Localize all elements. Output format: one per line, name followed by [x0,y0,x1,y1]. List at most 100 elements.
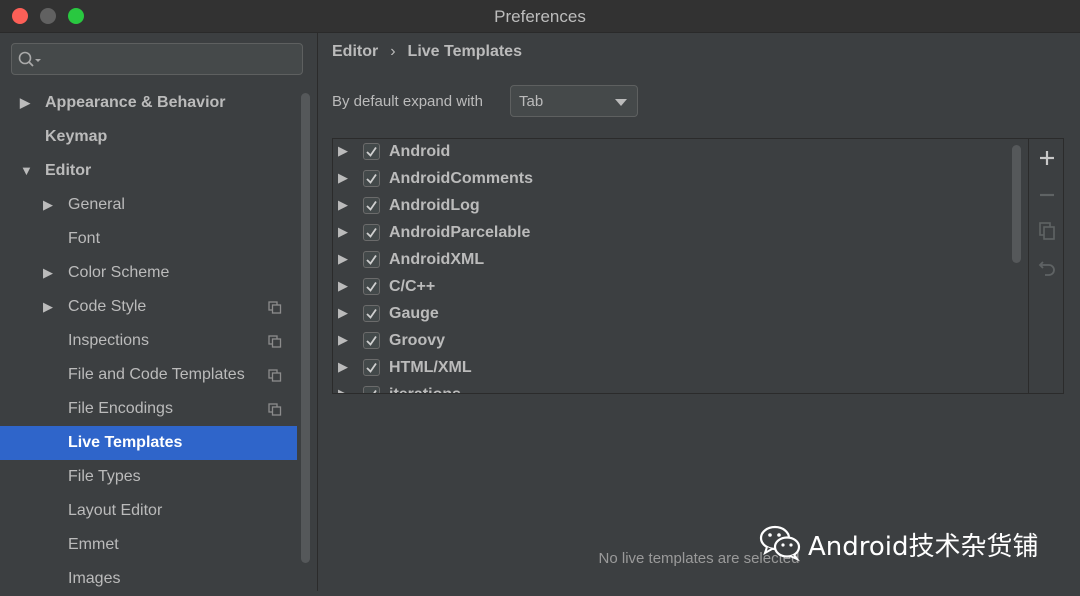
sidebar-item-label: Keymap [45,128,108,145]
template-group-checkbox[interactable] [363,332,380,349]
sidebar-item-layout-editor[interactable]: Layout Editor [0,494,297,528]
sidebar-item-label: Editor [45,162,92,179]
copy-icon[interactable] [1037,221,1057,241]
template-group-checkbox[interactable] [363,386,380,393]
sidebar-item-label: File Encodings [68,400,173,417]
template-group-row[interactable]: ▶ Groovy [333,328,1027,355]
sidebar-item-inspections[interactable]: Inspections [0,324,297,358]
templates-toolbar [1028,139,1063,393]
sidebar-item-label: Color Scheme [68,264,170,281]
sidebar-item-label: Code Style [68,298,147,315]
settings-search-input[interactable] [46,48,300,72]
sidebar-item-keymap[interactable]: Keymap [0,120,297,154]
sidebar-item-label: File and Code Templates [68,366,245,383]
template-group-row[interactable]: ▶ iterations [333,382,1027,393]
collapsed-arrow-icon[interactable]: ▶ [338,332,348,348]
collapsed-arrow-icon[interactable]: ▶ [338,359,348,375]
collapsed-arrow-icon[interactable]: ▶ [338,305,348,321]
collapsed-arrow-icon[interactable]: ▶ [43,256,53,290]
project-copy-icon [268,403,282,416]
template-group-name: Gauge [389,305,439,322]
check-icon [373,389,377,393]
expand-with-select[interactable]: Tab [510,85,638,117]
check-icon [366,173,377,184]
sidebar-item-appearance-behavior[interactable]: ▶ Appearance & Behavior [0,86,297,120]
watermark-text: Android技术杂货铺 [808,532,1039,562]
template-group-name: AndroidLog [389,197,480,214]
template-group-row[interactable]: ▶ AndroidLog [333,193,1027,220]
wechat-icon [759,525,801,562]
settings-search-box[interactable] [11,43,303,75]
check-icon [366,362,377,373]
breadcrumb-separator: › [390,43,396,60]
template-group-row[interactable]: ▶ AndroidComments [333,166,1027,193]
collapsed-arrow-icon[interactable]: ▶ [338,143,348,159]
breadcrumb-current: Live Templates [407,43,522,60]
sidebar-item-label: Font [68,230,101,247]
settings-sidebar: ▶ Appearance & Behavior Keymap ▼ Editor ▶ Gene… [0,33,318,591]
template-group-checkbox[interactable] [363,359,380,376]
sidebar-item-label: Live Templates [68,434,183,451]
template-group-checkbox[interactable] [363,143,380,160]
template-group-name: AndroidComments [389,170,533,187]
template-group-name: AndroidParcelable [389,224,531,241]
sidebar-scrollbar[interactable] [301,93,310,563]
expand-with-value: Tab [519,93,544,110]
template-group-checkbox[interactable] [363,305,380,322]
collapsed-arrow-icon[interactable]: ▶ [338,197,348,213]
sidebar-item-editor[interactable]: ▼ Editor [0,154,297,188]
search-icon[interactable] [18,51,42,69]
breadcrumb: Editor › Live Templates [332,43,522,61]
sidebar-item-file-and-code-templates[interactable]: File and Code Templates [0,358,297,392]
breadcrumb-parent[interactable]: Editor [332,43,378,60]
collapsed-arrow-icon[interactable]: ▶ [338,170,348,186]
sidebar-item-live-templates[interactable]: Live Templates [0,426,297,460]
template-group-checkbox[interactable] [363,224,380,241]
collapsed-arrow-icon[interactable]: ▶ [43,188,53,222]
check-icon [366,281,377,292]
collapsed-arrow-icon[interactable]: ▶ [338,251,348,267]
collapsed-arrow-icon[interactable]: ▶ [338,386,348,393]
templates-scrollbar[interactable] [1012,145,1021,263]
template-group-row[interactable]: ▶ Gauge [333,301,1027,328]
template-group-checkbox[interactable] [363,197,380,214]
sidebar-item-color-scheme[interactable]: ▶ Color Scheme [0,256,297,290]
revert-icon[interactable] [1037,257,1057,277]
templates-panel: ▶ Android ▶ AndroidComments ▶ AndroidLog ▶ Andr… [332,138,1064,394]
expanded-arrow-icon[interactable]: ▼ [20,154,33,188]
template-group-row[interactable]: ▶ HTML/XML [333,355,1027,382]
collapsed-arrow-icon[interactable]: ▶ [20,86,30,120]
remove-icon[interactable] [1037,185,1057,205]
template-group-name: Android [389,143,451,160]
check-icon [366,254,377,265]
template-group-row[interactable]: ▶ Android [333,139,1027,166]
watermark: Android技术杂货铺 [758,520,1058,562]
template-group-name: AndroidXML [389,251,485,268]
sidebar-item-font[interactable]: Font [0,222,297,256]
collapsed-arrow-icon[interactable]: ▶ [43,290,53,324]
project-copy-icon [268,335,282,348]
sidebar-item-emmet[interactable]: Emmet [0,528,297,562]
template-group-checkbox[interactable] [363,278,380,295]
template-group-row[interactable]: ▶ C/C++ [333,274,1027,301]
sidebar-item-general[interactable]: ▶ General [0,188,297,222]
collapsed-arrow-icon[interactable]: ▶ [338,224,348,240]
template-group-checkbox[interactable] [363,170,380,187]
sidebar-item-label: General [68,196,125,213]
collapsed-arrow-icon[interactable]: ▶ [338,278,348,294]
template-group-name: HTML/XML [389,359,472,376]
check-icon [366,335,377,346]
expand-with-label: By default expand with [332,93,483,110]
sidebar-item-code-style[interactable]: ▶ Code Style [0,290,297,324]
template-group-name: iterations [389,386,461,393]
template-group-row[interactable]: ▶ AndroidXML [333,247,1027,274]
chevron-down-icon [615,99,627,106]
sidebar-item-file-types[interactable]: File Types [0,460,297,494]
template-group-checkbox[interactable] [363,251,380,268]
main-panel: Editor › Live Templates By default expand … [318,33,1080,591]
sidebar-item-file-encodings[interactable]: File Encodings [0,392,297,426]
sidebar-item-label: Emmet [68,536,119,553]
title-bar: Preferences [0,0,1080,33]
add-icon[interactable] [1037,148,1057,168]
template-group-row[interactable]: ▶ AndroidParcelable [333,220,1027,247]
